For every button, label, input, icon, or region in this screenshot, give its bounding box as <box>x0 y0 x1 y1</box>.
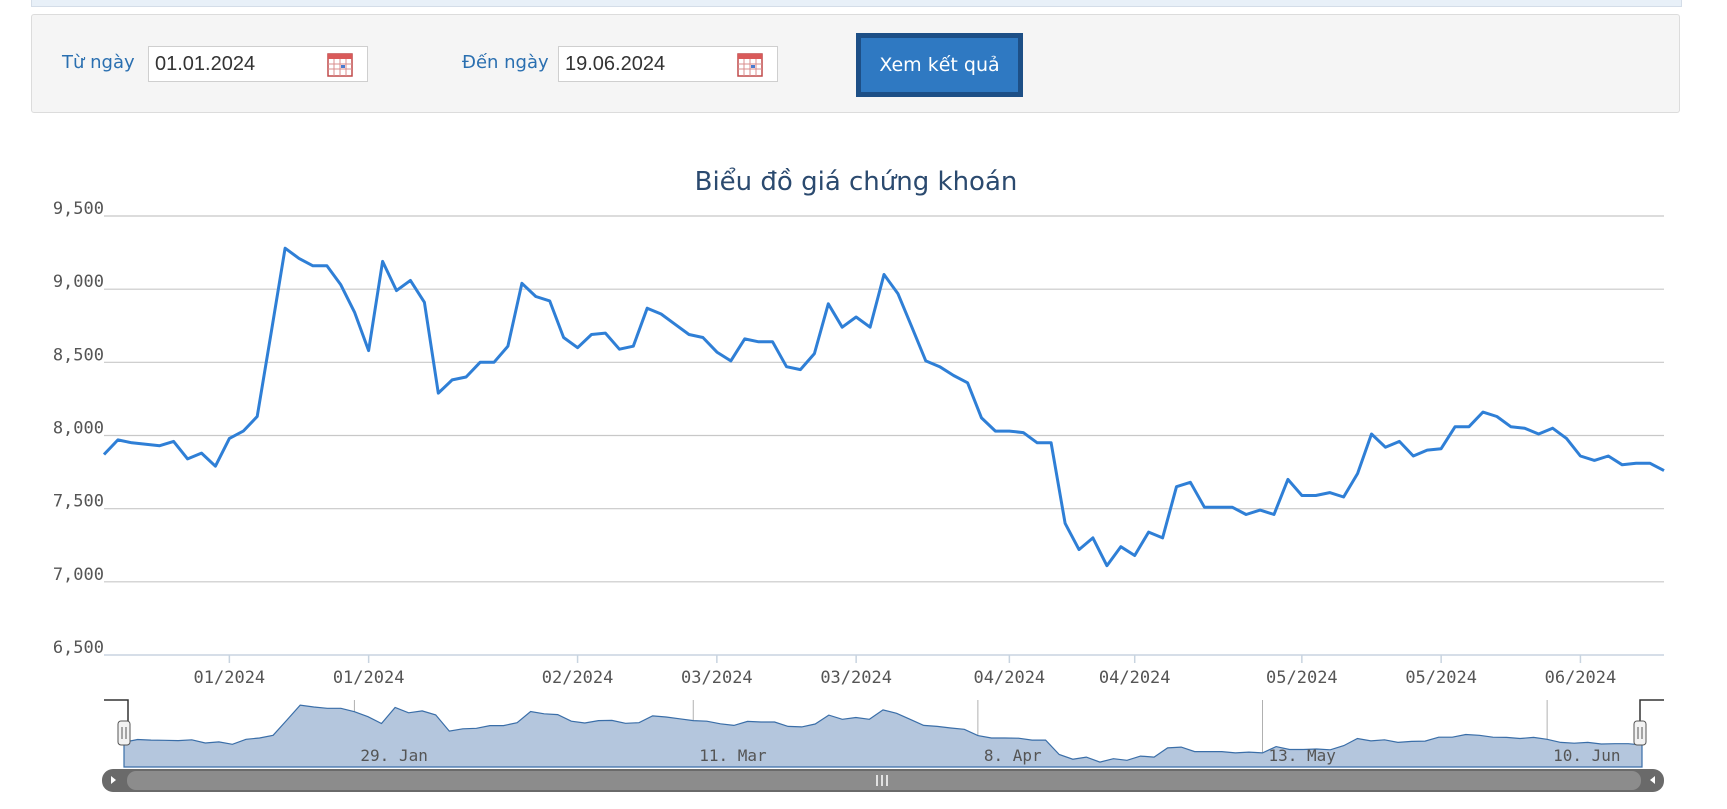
calendar-icon[interactable] <box>327 53 353 77</box>
stock-price-chart: Biểu đồ giá chứng khoán 9,500 9,000 8,500 8… <box>53 166 1665 792</box>
navigator: 29. Jan 11. Mar 8. Apr 13. May 10. Jun <box>104 699 1664 768</box>
submit-button-frame: Xem kết quả <box>856 33 1023 97</box>
y-tick-label: 8,000 <box>53 419 104 439</box>
navigator-label: 29. Jan <box>360 746 427 765</box>
x-tick-label: 01/2024 <box>194 668 266 688</box>
navigator-handle-right[interactable] <box>1633 720 1647 746</box>
y-axis-ticks: 9,500 9,000 8,500 8,000 7,500 7,000 6,500 <box>53 199 104 658</box>
scrollbar-thumb[interactable] <box>127 771 1641 790</box>
to-date-input[interactable] <box>565 51 725 77</box>
y-tick-label: 6,500 <box>53 638 104 658</box>
x-axis-ticks: 01/2024 01/2024 02/2024 03/2024 03/2024 04/20… <box>194 655 1617 688</box>
calendar-icon[interactable] <box>737 53 763 77</box>
x-tick-label: 04/2024 <box>1099 668 1171 688</box>
navigator-label: 13. May <box>1269 746 1337 765</box>
from-date-field <box>148 46 368 82</box>
y-tick-label: 7,500 <box>53 492 104 512</box>
price-series <box>102 246 1665 568</box>
navigator-label: 8. Apr <box>984 746 1042 765</box>
top-strip <box>31 0 1682 7</box>
view-results-button[interactable]: Xem kết quả <box>861 38 1018 92</box>
to-date-label: Đến ngày <box>462 52 549 73</box>
y-tick-label: 8,500 <box>53 345 104 365</box>
navigator-label: 11. Mar <box>699 746 767 765</box>
x-tick-label: 02/2024 <box>542 668 614 688</box>
x-tick-label: 06/2024 <box>1545 668 1617 688</box>
chart-title: Biểu đồ giá chứng khoán <box>695 166 1018 197</box>
x-tick-label: 01/2024 <box>333 668 405 688</box>
x-tick-label: 05/2024 <box>1405 668 1477 688</box>
y-tick-label: 7,000 <box>53 565 104 585</box>
y-grid <box>104 215 1664 583</box>
navigator-label: 10. Jun <box>1553 746 1620 765</box>
x-tick-label: 04/2024 <box>974 668 1046 688</box>
from-date-label: Từ ngày <box>62 52 135 73</box>
scrollbar[interactable] <box>102 769 1664 792</box>
x-tick-label: 05/2024 <box>1266 668 1338 688</box>
x-tick-label: 03/2024 <box>681 668 753 688</box>
x-tick-label: 03/2024 <box>820 668 892 688</box>
from-date-input[interactable] <box>155 51 315 77</box>
navigator-area <box>123 704 1643 768</box>
price-line <box>102 246 1665 568</box>
y-tick-label: 9,000 <box>53 272 104 292</box>
y-tick-label: 9,500 <box>53 199 104 219</box>
navigator-handle-left[interactable] <box>117 720 131 746</box>
to-date-field <box>558 46 778 82</box>
